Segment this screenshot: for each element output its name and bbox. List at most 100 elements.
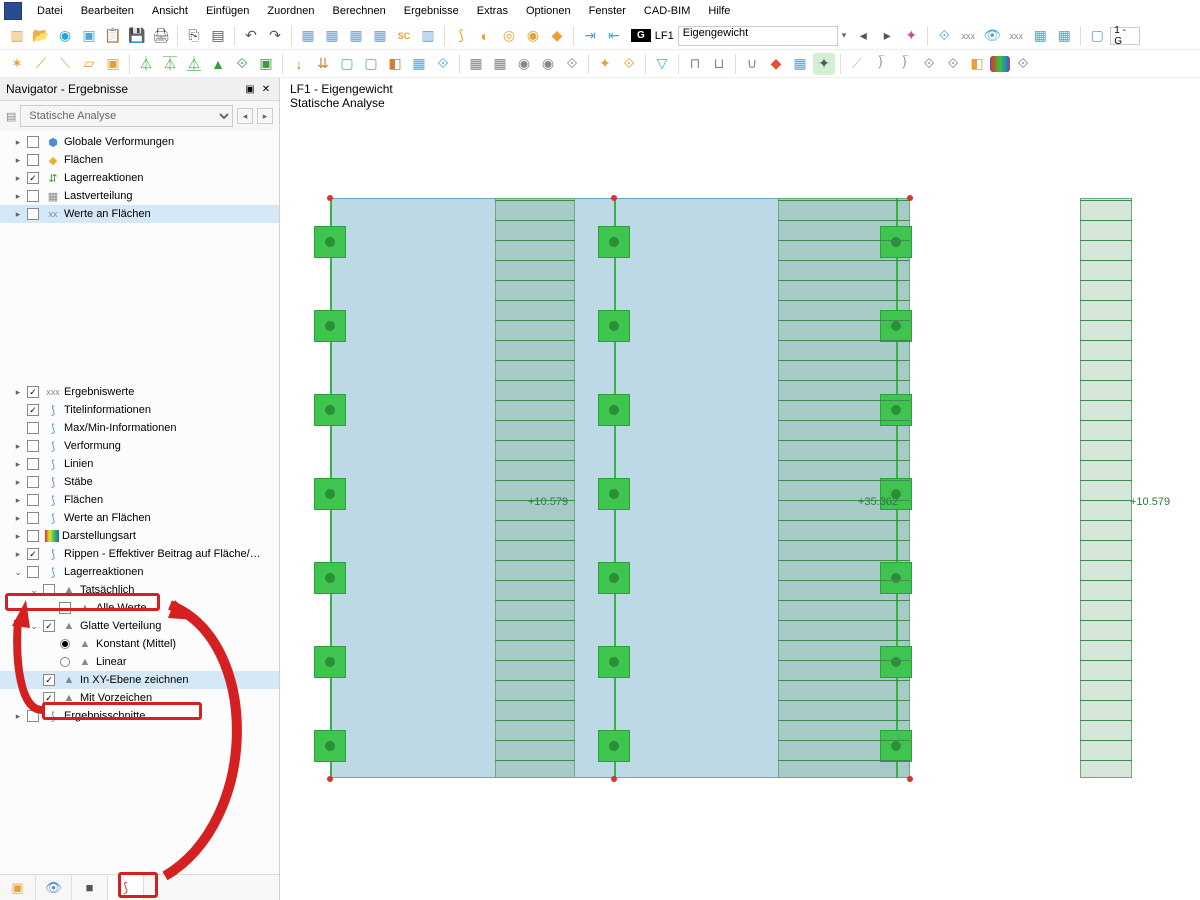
btn-res1[interactable]: ⟐	[933, 25, 955, 47]
t2-r3[interactable]: ∪	[741, 53, 763, 75]
nav-tab-data[interactable]: ▣	[0, 875, 36, 900]
viewport[interactable]: LF1 - Eigengewicht Statische Analyse	[280, 78, 1200, 900]
t2-load6[interactable]: ▦	[408, 53, 430, 75]
menu-hilfe[interactable]: Hilfe	[699, 2, 739, 20]
btn-res4[interactable]: xxx	[1005, 25, 1027, 47]
t2-line[interactable]: ⟋	[30, 53, 52, 75]
btn-res3[interactable]: 👁	[981, 25, 1003, 47]
tree-item-linear[interactable]: ▲Linear	[0, 653, 279, 671]
tree-item-maxmin[interactable]: ⟆Max/Min-Informationen	[0, 419, 279, 437]
t2-load1[interactable]: ↓	[288, 53, 310, 75]
loadcase-dropdown[interactable]: Eigengewicht	[678, 26, 838, 46]
tree-item-lager-expanded[interactable]: ⌄⟆Lagerreaktionen	[0, 563, 279, 581]
tree-item-global-deformations[interactable]: ▸⬢Globale Verformungen	[0, 133, 279, 151]
t2-load5[interactable]: ◧	[384, 53, 406, 75]
nav-prev-icon[interactable]: ◂	[237, 108, 253, 124]
t2-filter[interactable]: ▽	[651, 53, 673, 75]
btn-loads2[interactable]: ◐	[474, 25, 496, 47]
btn-table3[interactable]: ▦	[345, 25, 367, 47]
menu-ergebnisse[interactable]: Ergebnisse	[395, 2, 468, 20]
t2-last[interactable]: ⟐	[1012, 53, 1034, 75]
t2-node[interactable]: ✶	[6, 53, 28, 75]
tree-item-lines[interactable]: ▸⟆Linien	[0, 455, 279, 473]
menu-fenster[interactable]: Fenster	[580, 2, 635, 20]
t2-load2[interactable]: ⇊	[312, 53, 334, 75]
tree-item-members[interactable]: ▸⟆Stäbe	[0, 473, 279, 491]
nav-close-icon[interactable]: ✕	[259, 82, 273, 96]
menu-zuordnen[interactable]: Zuordnen	[258, 2, 323, 20]
tree-item-result-values[interactable]: ▸xxxErgebniswerte	[0, 383, 279, 401]
t2-calc5[interactable]: ⟐	[561, 53, 583, 75]
tree-item-actual[interactable]: ⌄▲Tatsächlich	[0, 581, 279, 599]
btn-lc-next[interactable]: ▸	[876, 25, 898, 47]
t2-s4[interactable]: ⟐	[918, 53, 940, 75]
tree-item-deformation[interactable]: ▸⟆Verformung	[0, 437, 279, 455]
btn-block[interactable]: ▣	[78, 25, 100, 47]
t2-sup5[interactable]: ⟐	[231, 53, 253, 75]
btn-arrow2[interactable]: ⇤	[603, 25, 625, 47]
t2-calc4[interactable]: ◉	[537, 53, 559, 75]
btn-cloud[interactable]: ◉	[54, 25, 76, 47]
menu-optionen[interactable]: Optionen	[517, 2, 580, 20]
menu-einfuegen[interactable]: Einfügen	[197, 2, 258, 20]
tree-item-display-type[interactable]: ▸Darstellungsart	[0, 527, 279, 545]
tree-item-surfaces[interactable]: ▸◆Flächen	[0, 151, 279, 169]
tree-item-surface-values2[interactable]: ▸⟆Werte an Flächen	[0, 509, 279, 527]
btn-redo[interactable]: ↷	[264, 25, 286, 47]
t2-r1[interactable]: ⊓	[684, 53, 706, 75]
t2-surface[interactable]: ▱	[78, 53, 100, 75]
t2-solid[interactable]: ▣	[102, 53, 124, 75]
analysis-type-select[interactable]: Statische Analyse	[20, 105, 233, 127]
btn-undo[interactable]: ↶	[240, 25, 262, 47]
tree-item-support-reactions[interactable]: ▸⇵Lagerreaktionen	[0, 169, 279, 187]
menu-ansicht[interactable]: Ansicht	[143, 2, 197, 20]
t2-sup1[interactable]: ⏃	[135, 53, 157, 75]
t2-sup6[interactable]: ▣	[255, 53, 277, 75]
tree-item-smooth[interactable]: ⌄▲Glatte Verteilung	[0, 617, 279, 635]
t2-r4[interactable]: ◆	[765, 53, 787, 75]
btn-table1[interactable]: ▦	[297, 25, 319, 47]
nav-tab-results[interactable]: ⟆	[108, 875, 144, 900]
btn-loads5[interactable]: ◆	[546, 25, 568, 47]
t2-sup2[interactable]: ⏄	[159, 53, 181, 75]
t2-s3[interactable]: ⟌	[894, 53, 916, 75]
menu-datei[interactable]: Datei	[28, 2, 72, 20]
loadcase-selector[interactable]: G LF1 Eigengewicht ▾	[631, 26, 846, 46]
t2-load4[interactable]: ▢	[360, 53, 382, 75]
btn-print[interactable]: 🖨	[150, 25, 172, 47]
tree-item-xy-plane[interactable]: ▲In XY-Ebene zeichnen	[0, 671, 279, 689]
nav-tab-views[interactable]: ■	[72, 875, 108, 900]
btn-sc[interactable]: SC	[393, 25, 415, 47]
menu-extras[interactable]: Extras	[468, 2, 517, 20]
nav-next-icon[interactable]: ▸	[257, 108, 273, 124]
tree-item-surface-values[interactable]: ▸xxWerte an Flächen	[0, 205, 279, 223]
btn-new[interactable]: ▥	[6, 25, 28, 47]
btn-save[interactable]: 💾	[126, 25, 148, 47]
tree-item-load-distribution[interactable]: ▸▦Lastverteilung	[0, 187, 279, 205]
menu-bearbeiten[interactable]: Bearbeiten	[72, 2, 143, 20]
t2-s2[interactable]: ⟌	[870, 53, 892, 75]
btn-res5[interactable]: ▦	[1029, 25, 1051, 47]
btn-lc-prev[interactable]: ◂	[852, 25, 874, 47]
t2-calc1[interactable]: ▦	[465, 53, 487, 75]
view-dropdown[interactable]: 1 - G	[1110, 27, 1140, 45]
t2-calc2[interactable]: ▦	[489, 53, 511, 75]
tree-item-result-sections[interactable]: ▸⟆Ergebnisschnitte	[0, 707, 279, 725]
btn-table2[interactable]: ▦	[321, 25, 343, 47]
t2-calc3[interactable]: ◉	[513, 53, 535, 75]
btn-panel[interactable]: ▥	[417, 25, 439, 47]
t2-load7[interactable]: ⟐	[432, 53, 454, 75]
tree-item-constant[interactable]: ▲Konstant (Mittel)	[0, 635, 279, 653]
t2-r2[interactable]: ⊔	[708, 53, 730, 75]
t2-load3[interactable]: ▢	[336, 53, 358, 75]
t2-s6[interactable]: ◧	[966, 53, 988, 75]
t2-grad[interactable]	[990, 56, 1010, 72]
btn-res6[interactable]: ▦	[1053, 25, 1075, 47]
t2-s1[interactable]: ⟋	[846, 53, 868, 75]
btn-doc[interactable]: ▤	[207, 25, 229, 47]
t2-member[interactable]: ⟍	[54, 53, 76, 75]
tree-item-sign[interactable]: ▲Mit Vorzeichen	[0, 689, 279, 707]
t2-disp2[interactable]: ⟐	[618, 53, 640, 75]
t2-sup3[interactable]: ⏅	[183, 53, 205, 75]
btn-calc[interactable]: ▦	[369, 25, 391, 47]
